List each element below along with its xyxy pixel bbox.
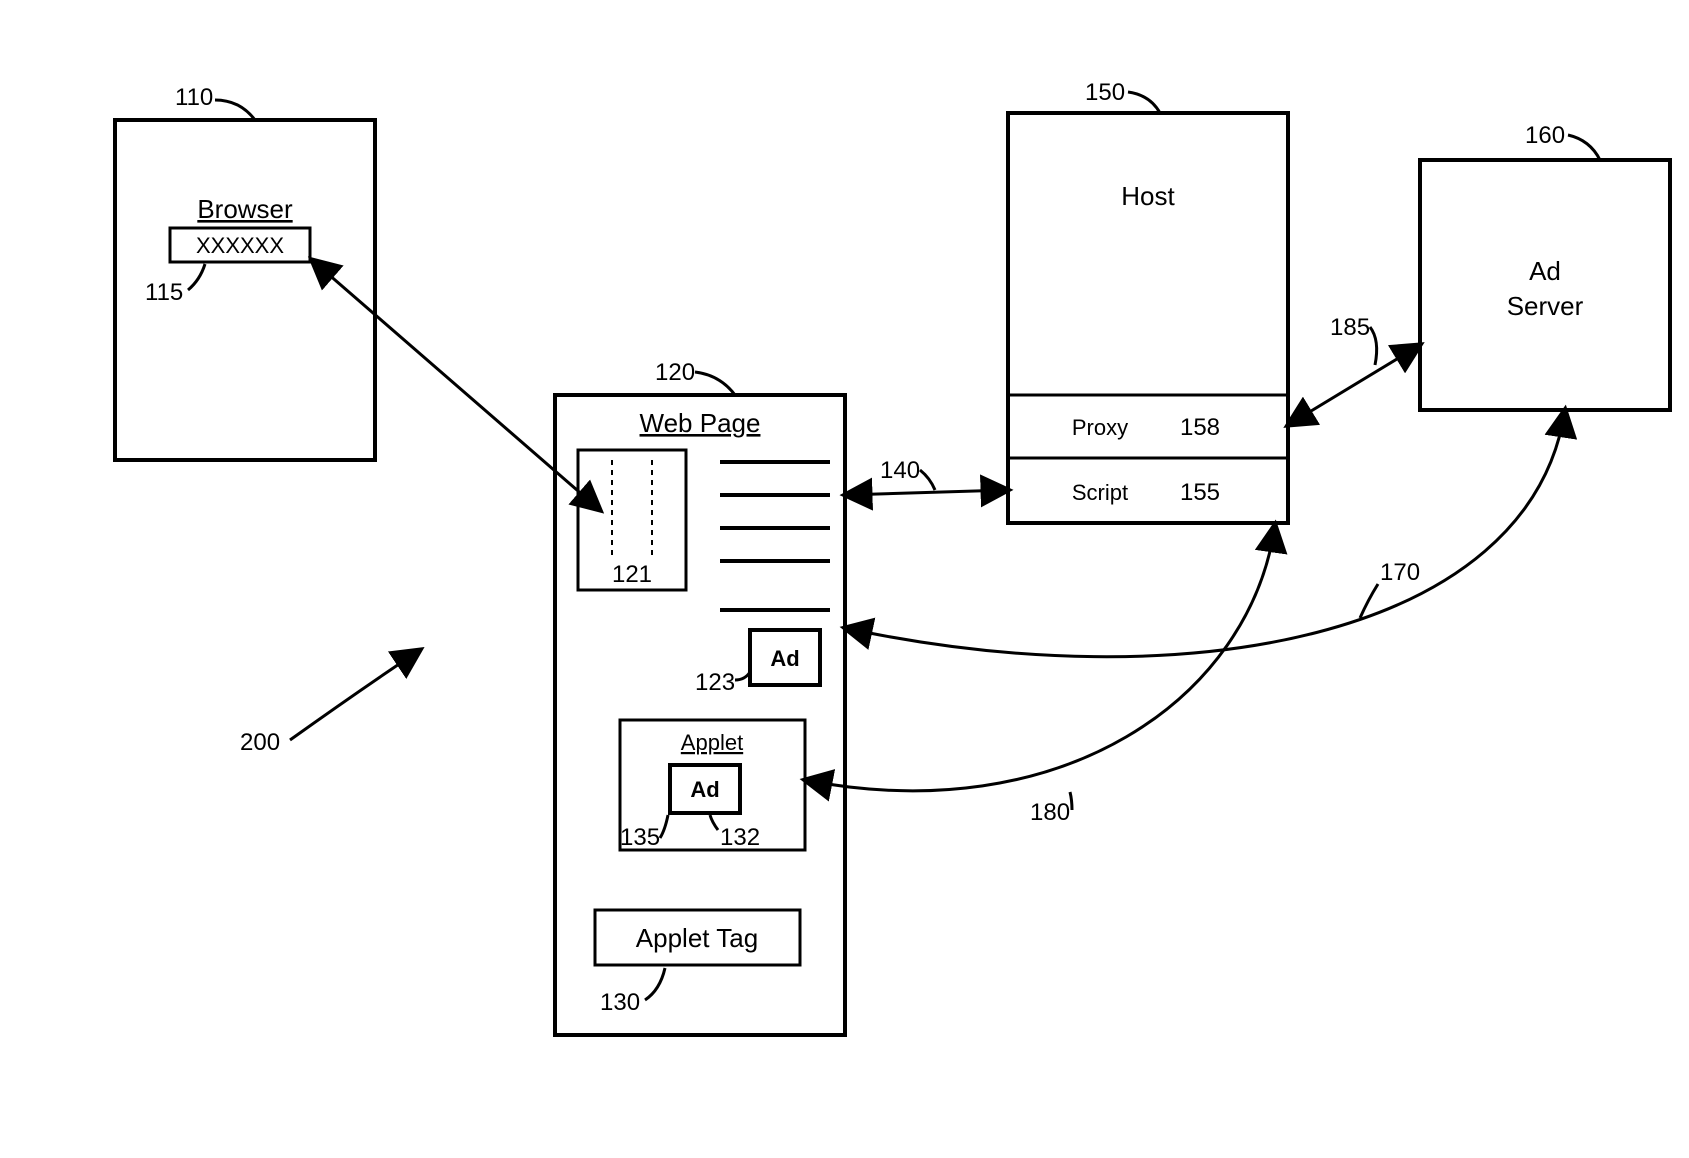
edge-140 — [845, 490, 1008, 495]
ref-180: 180 — [1030, 799, 1070, 826]
ref-110: 110 — [175, 84, 213, 111]
patent-diagram: Browser XXXXXX 110 115 Web Page 121 Ad 1… — [0, 0, 1689, 1158]
ref-160: 160 — [1525, 122, 1565, 149]
host-label: Host — [1121, 181, 1175, 211]
edge-185 — [1288, 345, 1420, 425]
lead-110 — [215, 100, 255, 120]
ref-135: 135 — [620, 824, 660, 851]
host-node: Host Proxy 158 Script 155 — [1008, 113, 1288, 523]
applet-tag-label: Applet Tag — [636, 923, 758, 953]
ref-170: 170 — [1380, 559, 1420, 586]
figure-ref: 200 — [240, 729, 280, 756]
webpage-ad-label: Ad — [770, 646, 799, 671]
ref-155: 155 — [1180, 479, 1220, 506]
ref-158: 158 — [1180, 414, 1220, 441]
browser-label: Browser — [197, 194, 293, 224]
ref-150: 150 — [1085, 79, 1125, 106]
webpage-node: Web Page 121 Ad 123 Applet Ad 135 132 Ap… — [555, 395, 845, 1035]
adserver-label2: Server — [1507, 291, 1584, 321]
ref-132: 132 — [720, 824, 760, 851]
proxy-label: Proxy — [1072, 415, 1128, 440]
ref-121: 121 — [612, 561, 652, 588]
ref-120: 120 — [655, 359, 695, 386]
browser-link-text: XXXXXX — [196, 233, 284, 258]
ref-115: 115 — [145, 279, 183, 306]
ref-130: 130 — [600, 989, 640, 1016]
applet-ad-label: Ad — [690, 777, 719, 802]
ref-123: 123 — [695, 669, 735, 696]
adserver-node: Ad Server — [1420, 160, 1670, 410]
adserver-label1: Ad — [1529, 256, 1561, 286]
edge-180 — [805, 525, 1275, 791]
script-label: Script — [1072, 480, 1128, 505]
lead-200 — [290, 650, 420, 740]
applet-label: Applet — [681, 730, 743, 755]
ref-185: 185 — [1330, 314, 1370, 341]
ref-140: 140 — [880, 457, 920, 484]
webpage-label: Web Page — [640, 408, 761, 438]
